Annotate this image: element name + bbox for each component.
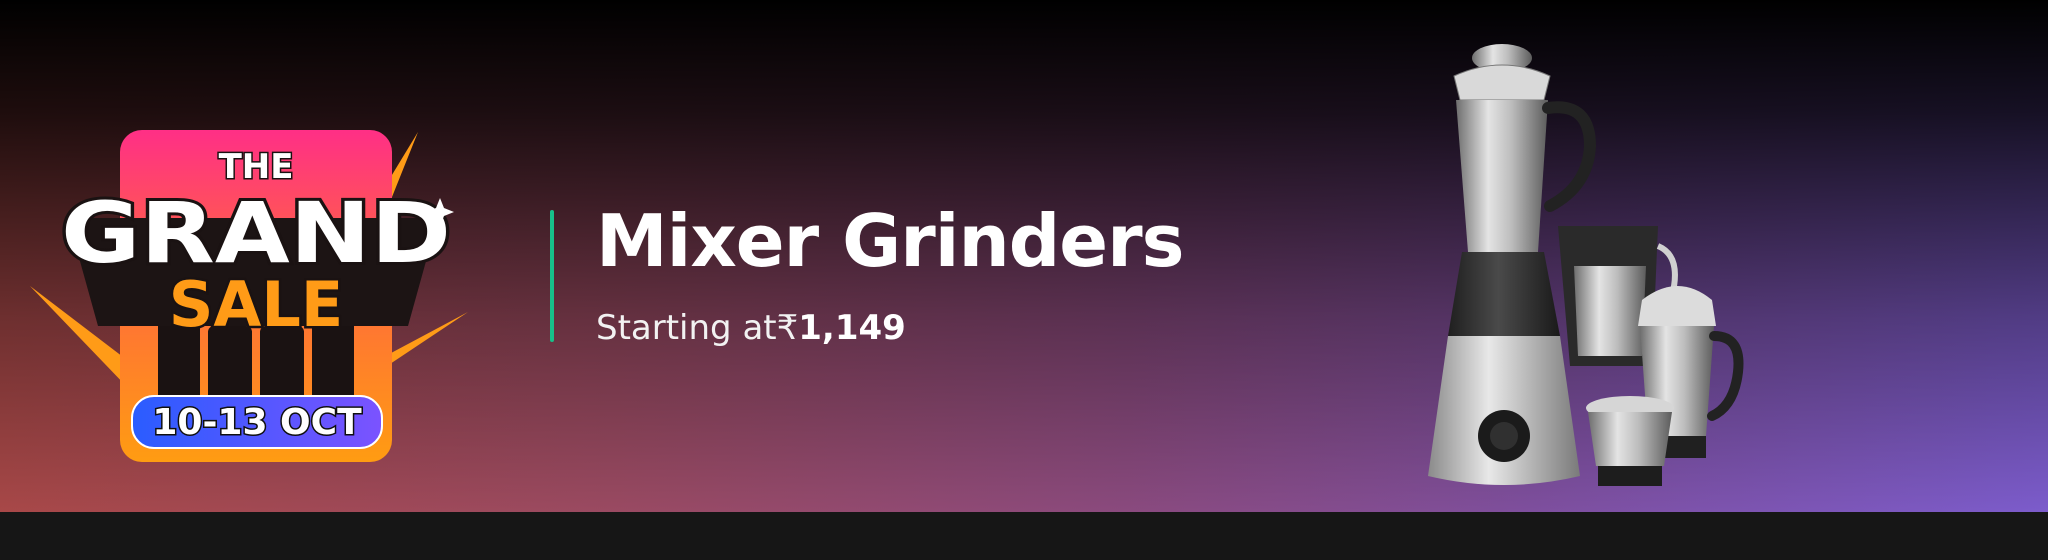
logo-dates: 10-13 OCT (152, 402, 362, 443)
price-value: 1,149 (798, 308, 906, 348)
rupee-icon: ₹ (776, 308, 799, 348)
starting-price-text: Starting at₹1,149 (596, 306, 906, 350)
footer-bar (0, 512, 2048, 560)
promo-banner[interactable]: THE GRAND SALE 10-13 OCT Mixer Grinders … (0, 0, 2048, 512)
category-title: Mixer Grinders (596, 199, 1184, 283)
accent-divider (550, 210, 554, 342)
starting-at-label: Starting at (596, 308, 777, 348)
logo-line-the: THE (219, 147, 294, 187)
logo-line-sale: SALE (169, 268, 344, 341)
mixer-grinder-image (1428, 44, 1744, 486)
grand-sale-logo: THE GRAND SALE 10-13 OCT (30, 130, 468, 462)
